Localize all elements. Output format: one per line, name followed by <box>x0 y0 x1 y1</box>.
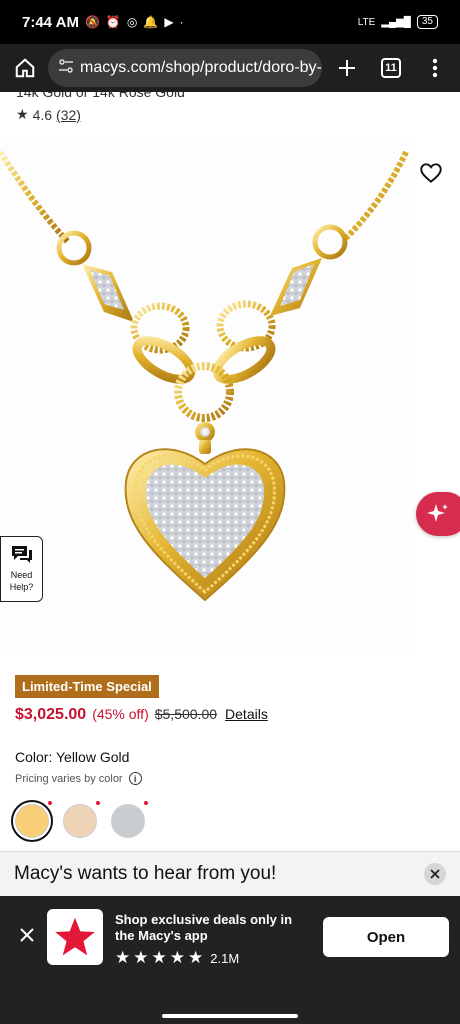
original-price: $5,500.00 <box>154 706 218 722</box>
color-label: Color: Yellow Gold <box>15 749 130 765</box>
banner-text: Shop exclusive deals only in the Macy's … <box>115 912 293 943</box>
swatch-indicator-dot <box>144 801 148 805</box>
open-app-button[interactable]: Open <box>323 917 449 957</box>
product-rating[interactable]: ★ 4.6 (32) <box>16 106 81 123</box>
star-icon: ★ <box>133 948 149 967</box>
chat-icon <box>11 546 32 563</box>
app-install-banner: Shop exclusive deals only in the Macy's … <box>0 896 460 1024</box>
url-text: macys.com/shop/product/doro-by- <box>80 59 322 76</box>
system-icons: LTE ▂▄▆█ 35 <box>358 15 438 29</box>
swatch-rose-gold[interactable] <box>63 801 100 838</box>
heart-icon <box>420 163 442 183</box>
banner-close-button[interactable] <box>16 924 38 946</box>
rating-value: 4.6 <box>32 106 53 123</box>
product-page: 14k Gold or 14k Rose Gold ★ 4.6 (32) Nee… <box>0 92 460 896</box>
promo-badge: Limited-Time Special <box>15 675 159 698</box>
info-icon[interactable]: i <box>128 772 142 785</box>
favorite-button[interactable] <box>418 160 444 186</box>
status-bar: 7:44 AM 🔕 ⏰ ◎ 🔔 ▶ · LTE ▂▄▆█ 35 <box>0 0 460 44</box>
address-bar[interactable]: macys.com/shop/product/doro-by- <box>48 49 322 87</box>
close-icon <box>430 869 440 879</box>
dot-icon: · <box>179 15 184 29</box>
macys-logo <box>47 909 103 965</box>
need-help-button[interactable]: Need Help? <box>0 536 43 602</box>
star-icon: ★ <box>115 948 131 967</box>
feedback-close-button[interactable] <box>424 863 446 885</box>
sale-price: $3,025.00 <box>15 706 87 723</box>
review-count-link[interactable]: (32) <box>56 107 81 123</box>
swatch-yellow-gold[interactable] <box>11 800 53 842</box>
bell-icon: 🔔 <box>143 15 159 29</box>
necklace-illustration <box>0 150 409 602</box>
notification-icons: 🔕 ⏰ ◎ 🔔 ▶ · <box>85 15 184 29</box>
home-indicator[interactable] <box>162 1014 298 1018</box>
network-label: LTE <box>357 16 376 28</box>
need-help-line2: Help? <box>9 582 34 592</box>
status-time: 7:44 AM <box>22 13 79 31</box>
need-help-line1: Need <box>10 570 33 580</box>
percent-off: (45% off) <box>92 706 149 722</box>
app-rating: ★ ★ ★ ★ ★ 2.1M <box>115 948 239 968</box>
star-icon: ★ <box>16 106 29 122</box>
mute-icon: 🔕 <box>84 15 100 29</box>
swatch-white-gold[interactable] <box>111 801 148 838</box>
product-title: 14k Gold or 14k Rose Gold <box>16 92 185 100</box>
tune-icon[interactable] <box>58 58 74 79</box>
price-row: $3,025.00 (45% off) $5,500.00 Details <box>15 706 268 724</box>
more-menu-button[interactable] <box>418 50 452 86</box>
tabs-icon: 11 <box>381 58 401 78</box>
color-swatches <box>11 800 148 842</box>
home-icon <box>15 58 35 78</box>
whatsapp-icon: ◎ <box>126 15 138 29</box>
home-button[interactable] <box>8 50 42 86</box>
more-icon <box>432 58 438 78</box>
signal-icon: ▂▄▆█ <box>381 16 411 28</box>
swatch-indicator-dot <box>96 801 100 805</box>
star-icon: ★ <box>169 948 185 967</box>
battery-icon: 35 <box>416 15 438 29</box>
feedback-text: Macy's wants to hear from you! <box>14 863 277 884</box>
pricing-note: Pricing varies by color i <box>15 772 142 785</box>
close-icon <box>20 928 34 942</box>
alarm-icon: ⏰ <box>105 15 121 29</box>
star-icon: ★ <box>188 948 204 967</box>
youtube-icon: ▶ <box>164 15 174 29</box>
new-tab-button[interactable] <box>330 50 364 86</box>
swatch-indicator-dot <box>48 801 52 805</box>
feedback-bar[interactable]: Macy's wants to hear from you! <box>0 851 460 896</box>
ai-assistant-button[interactable] <box>416 492 460 536</box>
pricing-note-text: Pricing varies by color <box>15 772 123 785</box>
tab-switcher-button[interactable]: 11 <box>374 50 408 86</box>
star-icon: ★ <box>151 948 167 967</box>
details-link[interactable]: Details <box>225 706 268 722</box>
product-image[interactable] <box>0 142 414 650</box>
app-review-count: 2.1M <box>210 950 240 966</box>
plus-icon <box>339 60 355 76</box>
browser-toolbar: macys.com/shop/product/doro-by- 11 <box>0 44 460 92</box>
sparkle-icon <box>427 504 448 522</box>
macys-star-icon <box>55 917 95 956</box>
